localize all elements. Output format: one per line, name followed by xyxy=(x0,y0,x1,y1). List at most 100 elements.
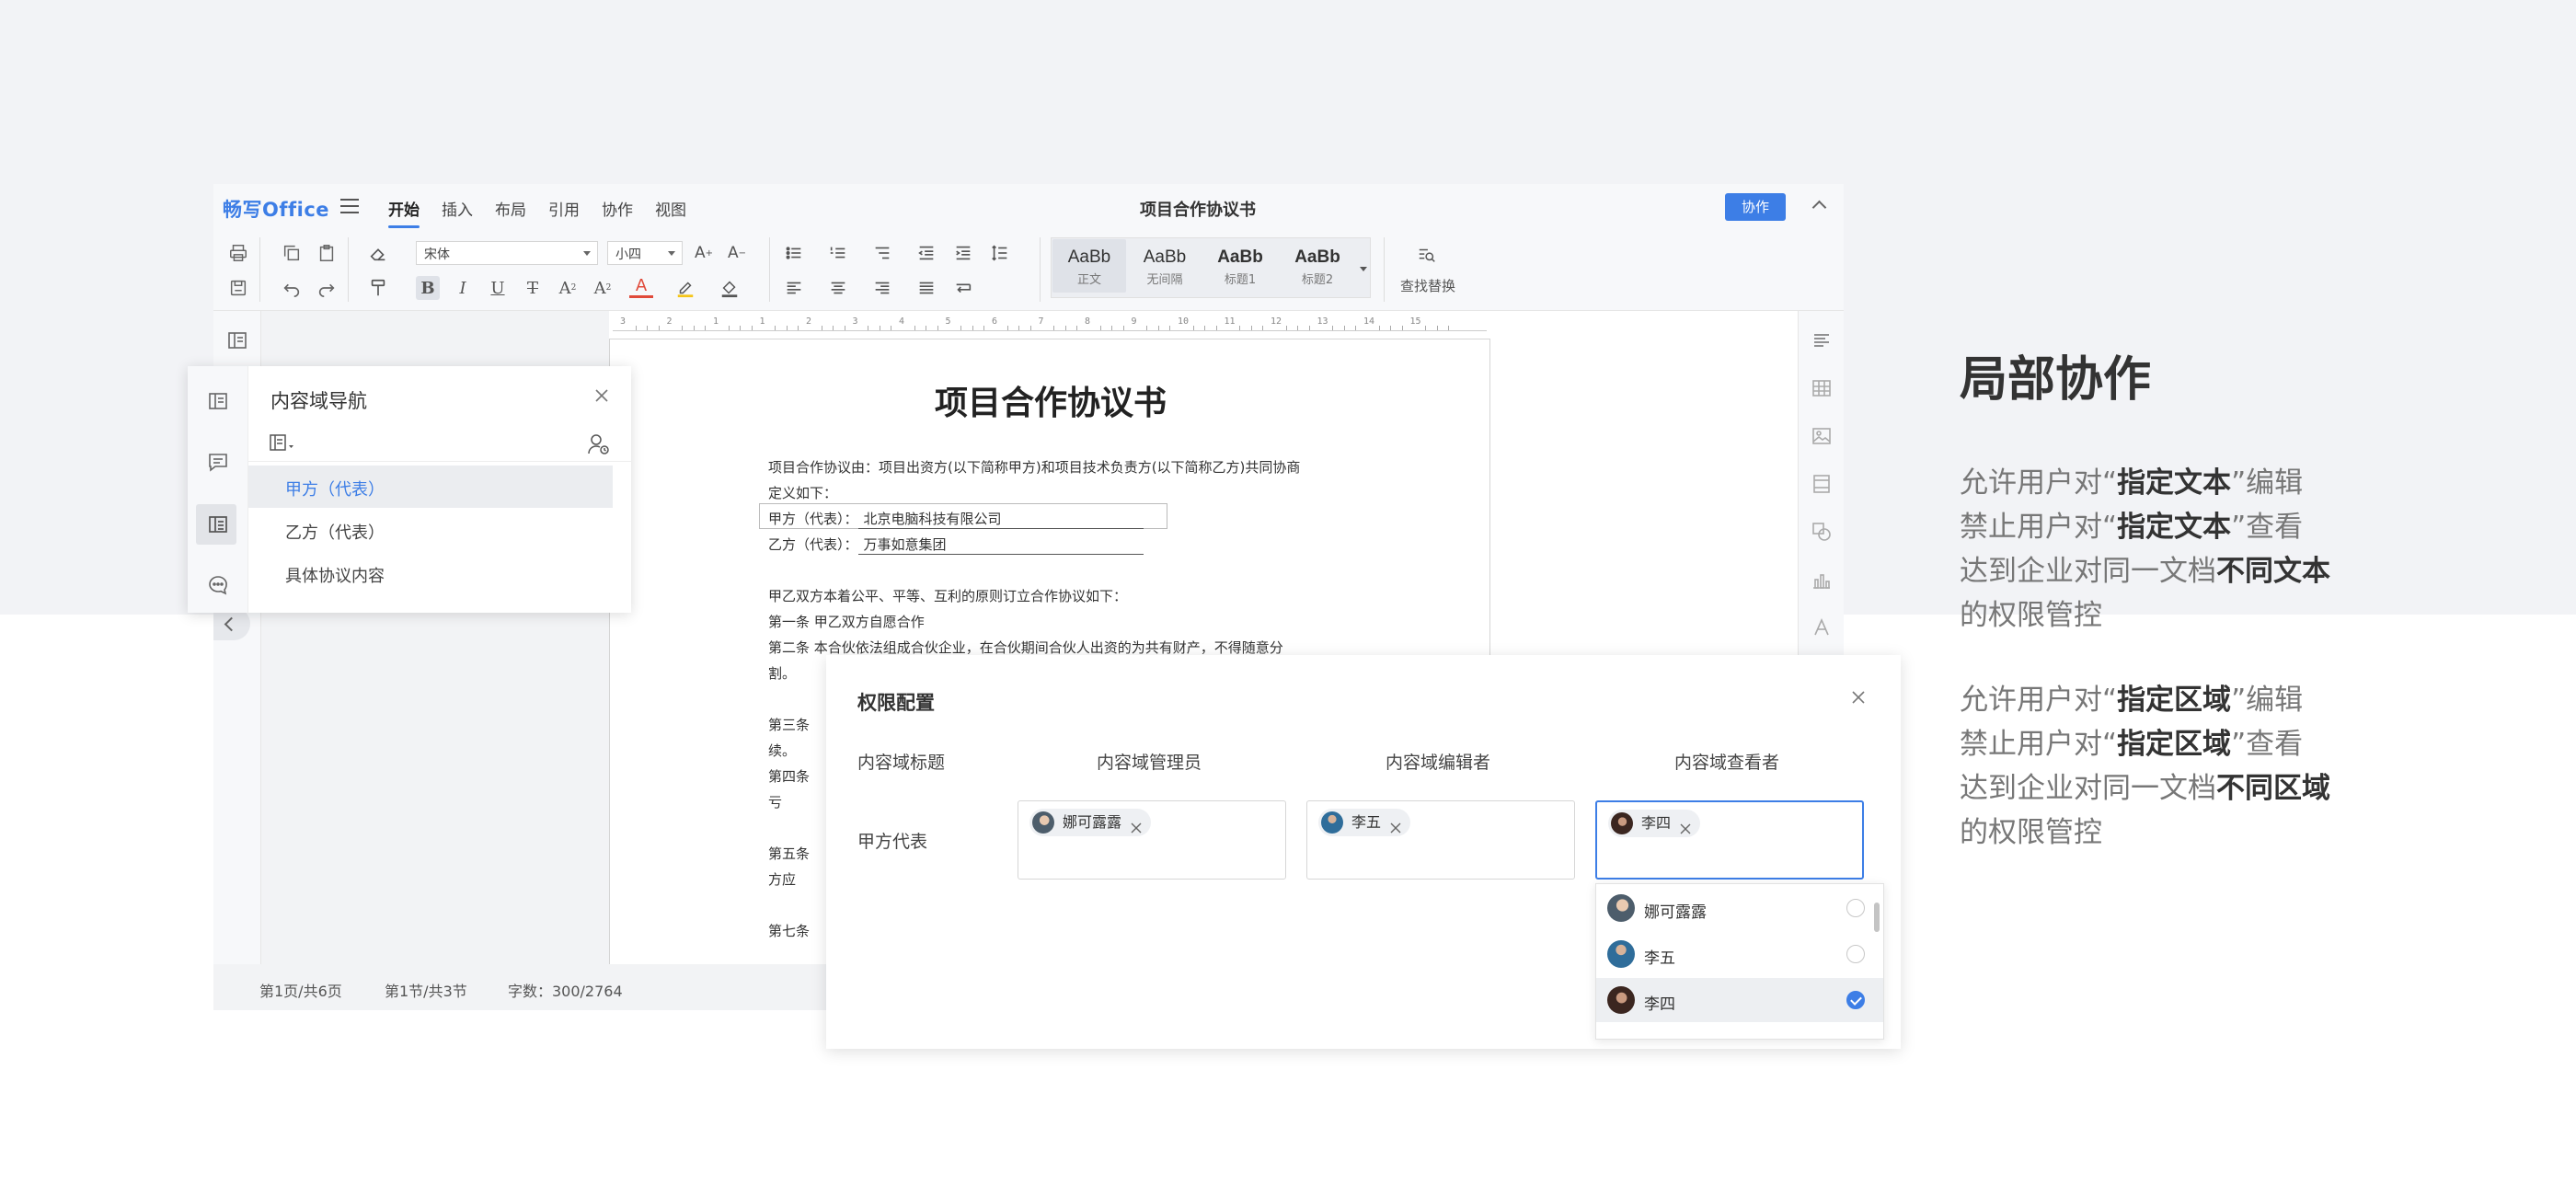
style-no-spacing[interactable]: AaBb 无间隔 xyxy=(1128,239,1202,293)
table-settings-icon[interactable] xyxy=(1811,377,1833,399)
navigation-pane-icon[interactable] xyxy=(207,390,229,412)
party-a-line[interactable]: 甲方（代表）： 北京电脑科技有限公司 xyxy=(768,509,1144,529)
decrease-indent-icon[interactable] xyxy=(914,241,938,265)
doc-paragraph: 第五条 xyxy=(768,845,811,862)
font-family-select[interactable]: 宋体 xyxy=(416,241,598,265)
close-icon[interactable] xyxy=(1849,688,1868,707)
undo-icon[interactable] xyxy=(280,276,304,300)
multilevel-list-icon[interactable] xyxy=(870,241,894,265)
menu-references[interactable]: 引用 xyxy=(548,197,580,220)
ruler-mark xyxy=(635,326,637,330)
ruler-mark xyxy=(1157,326,1159,330)
remove-chip-icon[interactable] xyxy=(1679,817,1692,834)
style-gallery-more-icon[interactable] xyxy=(1360,267,1367,275)
strikethrough-icon[interactable]: T xyxy=(521,276,545,300)
content-domain-menu-icon[interactable] xyxy=(269,432,296,454)
italic-icon[interactable]: I xyxy=(451,276,475,300)
nav-item-party-b[interactable]: 乙方（代表） xyxy=(248,509,613,551)
font-color-icon[interactable]: A xyxy=(629,276,653,298)
collapse-ribbon-icon[interactable] xyxy=(1811,200,1827,215)
nav-item-party-a[interactable]: 甲方（代表） xyxy=(248,466,613,508)
content-domain-icon[interactable] xyxy=(207,513,229,535)
image-settings-icon[interactable] xyxy=(1811,425,1833,447)
hamburger-menu-icon[interactable] xyxy=(340,199,359,213)
format-painter-icon[interactable] xyxy=(366,276,390,300)
ruler-tick-label: 7 xyxy=(1038,316,1044,327)
menu-view[interactable]: 视图 xyxy=(655,197,686,220)
justify-icon[interactable] xyxy=(914,276,938,300)
viewer-select-field[interactable]: 李四 xyxy=(1595,800,1864,880)
shading-icon[interactable] xyxy=(718,276,742,300)
navigation-pane-icon[interactable] xyxy=(226,329,248,351)
align-center-icon[interactable] xyxy=(826,276,850,300)
paragraph-settings-icon[interactable] xyxy=(1811,329,1833,351)
increase-indent-icon[interactable] xyxy=(951,241,975,265)
ruler-mark xyxy=(728,326,730,330)
dropdown-option[interactable]: 娜可露露 xyxy=(1596,886,1883,930)
menu-collaborate[interactable]: 协作 xyxy=(602,197,633,220)
find-replace-icon[interactable] xyxy=(1415,243,1439,267)
party-b-line[interactable]: 乙方（代表）： 万事如意集团 xyxy=(768,535,1144,555)
font-size-select[interactable]: 小四 xyxy=(607,241,683,265)
chart-settings-icon[interactable] xyxy=(1811,569,1833,591)
option-radio-checked[interactable] xyxy=(1846,991,1865,1009)
ruler-tick-label: 4 xyxy=(899,316,905,327)
save-icon[interactable] xyxy=(226,276,250,300)
chat-icon[interactable] xyxy=(207,574,229,596)
party-b-value[interactable]: 万事如意集团 xyxy=(857,535,1144,555)
menu-insert[interactable]: 插入 xyxy=(442,197,473,220)
superscript-icon[interactable]: A2 xyxy=(556,276,580,300)
collaborate-button[interactable]: 协作 xyxy=(1725,193,1786,221)
eraser-icon[interactable] xyxy=(366,241,390,265)
menu-layout[interactable]: 布局 xyxy=(495,197,526,220)
decrease-font-icon[interactable]: A − xyxy=(725,241,749,265)
remove-chip-icon[interactable] xyxy=(1389,816,1402,834)
highlight-icon[interactable] xyxy=(673,276,697,300)
redo-icon[interactable] xyxy=(315,276,339,300)
copy-icon[interactable] xyxy=(280,241,304,265)
comment-icon[interactable] xyxy=(207,451,229,473)
ruler-mark xyxy=(1169,326,1171,330)
user-permission-icon[interactable] xyxy=(587,432,611,456)
subscript-icon[interactable]: A2 xyxy=(591,276,615,300)
style-heading1[interactable]: AaBb 标题1 xyxy=(1203,239,1277,293)
ruler-mark xyxy=(1099,326,1101,330)
dropdown-option[interactable]: 李五 xyxy=(1596,932,1883,976)
print-icon[interactable] xyxy=(226,241,250,265)
avatar xyxy=(1032,811,1054,834)
numbered-list-icon[interactable] xyxy=(826,241,850,265)
nav-item-agreement-content[interactable]: 具体协议内容 xyxy=(248,552,613,594)
ruler-tick-label: 5 xyxy=(945,316,951,327)
text-art-icon[interactable] xyxy=(1811,616,1833,638)
close-icon[interactable] xyxy=(592,386,611,405)
admin-select-field[interactable]: 娜可露露 xyxy=(1018,800,1286,880)
header-footer-icon[interactable] xyxy=(1811,473,1833,495)
ruler-tick-label: 10 xyxy=(1178,316,1190,327)
style-heading1-label: 标题1 xyxy=(1224,273,1257,287)
party-a-value[interactable]: 北京电脑科技有限公司 xyxy=(857,509,1144,529)
feature-paragraph-region: 允许用户对“指定区域”编辑 禁止用户对“指定区域”查看 达到企业对同一文档不同区… xyxy=(1960,684,2330,849)
editor-select-field[interactable]: 李五 xyxy=(1306,800,1575,880)
paste-icon[interactable] xyxy=(315,241,339,265)
find-replace-label[interactable]: 查找替换 xyxy=(1400,276,1455,295)
increase-font-icon[interactable]: A + xyxy=(692,241,716,265)
status-word-count[interactable]: 字数：300/2764 xyxy=(508,979,623,1001)
chip-label: 娜可露露 xyxy=(1063,813,1122,831)
underline-icon[interactable]: U xyxy=(486,276,510,300)
remove-chip-icon[interactable] xyxy=(1130,816,1143,834)
align-right-icon[interactable] xyxy=(870,276,894,300)
bullet-list-icon[interactable] xyxy=(782,241,806,265)
dropdown-option[interactable]: 李四 xyxy=(1596,978,1883,1022)
menu-home[interactable]: 开始 xyxy=(388,197,420,228)
doc-intro-line1: 项目合作协议由：项目出资方(以下简称甲方)和项目技术负责方(以下简称乙方)共同协… xyxy=(768,459,1301,476)
option-radio[interactable] xyxy=(1846,945,1865,963)
shape-settings-icon[interactable] xyxy=(1811,521,1833,543)
line-spacing-icon[interactable] xyxy=(988,241,1012,265)
align-left-icon[interactable] xyxy=(782,276,806,300)
option-radio[interactable] xyxy=(1846,899,1865,917)
style-normal[interactable]: AaBb 正文 xyxy=(1052,239,1126,293)
bold-icon[interactable]: B xyxy=(416,276,440,300)
paragraph-mark-icon[interactable] xyxy=(951,276,975,300)
doc-paragraph: 方应 xyxy=(768,871,797,888)
style-heading2[interactable]: AaBb 标题2 xyxy=(1281,239,1354,293)
